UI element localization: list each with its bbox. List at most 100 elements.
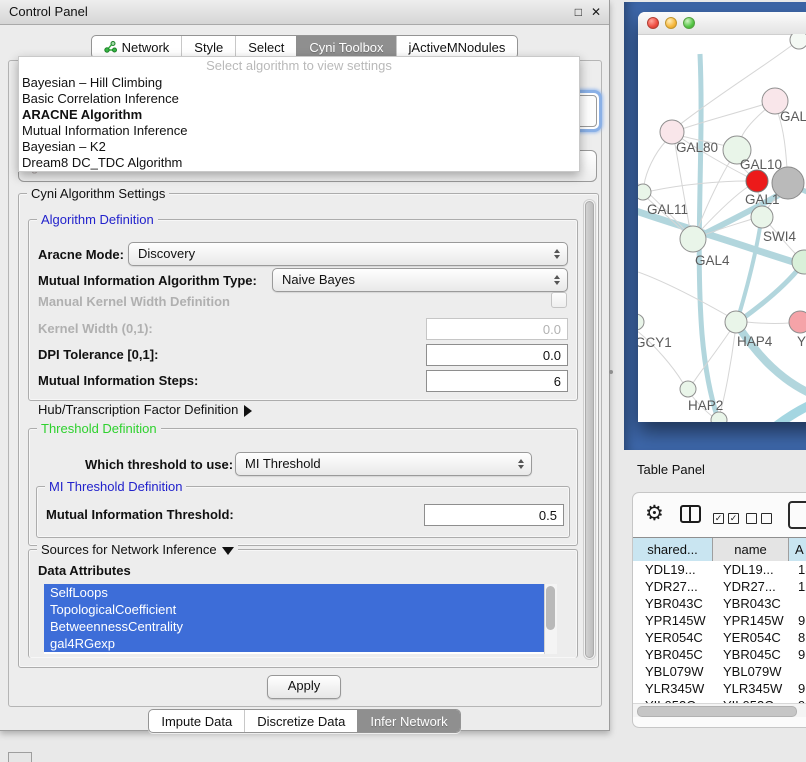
mi-threshold-field[interactable]: 0.5 xyxy=(424,504,564,526)
table-panel: ⚙ ✓ ✓ shared... name A YDL19...YDL19...1… xyxy=(632,492,806,728)
node-gal4[interactable] xyxy=(680,226,706,252)
table-row[interactable]: YBL079WYBL079W xyxy=(633,663,806,680)
node-hap4[interactable] xyxy=(725,311,747,333)
threshold-definition-title: Threshold Definition xyxy=(37,421,161,436)
label-y-clipped: Y xyxy=(797,334,806,349)
stepper-arrows-icon xyxy=(554,249,560,259)
node-partial-top[interactable] xyxy=(790,34,806,49)
aracne-mode-combobox[interactable]: Discovery xyxy=(128,242,568,266)
node-y-clipped[interactable] xyxy=(789,311,806,333)
attribute-item-selected[interactable]: SelfLoops xyxy=(44,584,544,601)
node-partial-bottom[interactable] xyxy=(711,412,727,422)
gear-icon[interactable]: ⚙ xyxy=(645,501,664,527)
cell-name: YDL19... xyxy=(713,561,789,578)
minimize-traffic-light-icon[interactable] xyxy=(665,17,677,29)
algorithm-option-selected[interactable]: ARACNE Algorithm xyxy=(19,107,579,123)
attribute-item-selected[interactable]: gal4RGexp xyxy=(44,635,544,652)
mi-steps-field[interactable]: 6 xyxy=(426,370,568,392)
algorithm-option[interactable]: Dream8 DC_TDC Algorithm xyxy=(19,155,579,171)
panel-divider-handle[interactable] xyxy=(609,370,613,374)
column-header-name[interactable]: name xyxy=(713,538,789,561)
node-gcy1[interactable] xyxy=(638,314,644,330)
cell-name: YBL079W xyxy=(713,663,789,680)
settings-scrollbar[interactable] xyxy=(583,199,596,660)
cell-shared-name: YLR345W xyxy=(633,680,713,697)
settings-scrollbar-thumb[interactable] xyxy=(585,201,594,658)
label-gal-clipped: GAL xyxy=(780,109,806,124)
manual-kernel-width-label: Manual Kernel Width Definition xyxy=(38,294,230,309)
close-traffic-light-icon[interactable] xyxy=(647,17,659,29)
node-red[interactable] xyxy=(746,170,768,192)
table-row[interactable]: YER054CYER054C8. xyxy=(633,629,806,646)
tab-style[interactable]: Style xyxy=(181,36,235,58)
expand-right-icon xyxy=(244,405,252,417)
sources-expander[interactable]: Sources for Network Inference xyxy=(37,542,238,557)
table-body: YDL19...YDL19...13 YDR27...YDR27...12 YB… xyxy=(633,561,806,703)
table-row[interactable]: YBR043CYBR043C xyxy=(633,595,806,612)
partial-panel-corner xyxy=(8,752,32,762)
tab-network[interactable]: Network xyxy=(92,36,182,58)
cell-name: YPR145W xyxy=(713,612,789,629)
table-row[interactable]: YDL19...YDL19...13 xyxy=(633,561,806,578)
algorithm-option[interactable]: Bayesian – Hill Climbing xyxy=(19,75,579,91)
algorithm-option[interactable]: Mutual Information Inference xyxy=(19,123,579,139)
dpi-tolerance-field[interactable]: 0.0 xyxy=(426,344,568,366)
select-all-checkbox-icon[interactable]: ✓ xyxy=(713,513,724,524)
float-window-icon[interactable]: □ xyxy=(575,6,582,18)
cell-shared-name: YDR27... xyxy=(633,578,713,595)
deselect-checkbox-icon[interactable] xyxy=(746,513,757,524)
cyni-algorithm-settings-title: Cyni Algorithm Settings xyxy=(27,186,169,201)
deselect-checkbox-icon[interactable] xyxy=(761,513,772,524)
tab-impute-data-label: Impute Data xyxy=(161,714,232,729)
column-header-shared-name[interactable]: shared... xyxy=(633,538,713,561)
zoom-traffic-light-icon[interactable] xyxy=(683,17,695,29)
tab-cyni-toolbox[interactable]: Cyni Toolbox xyxy=(296,36,395,58)
attributes-scrollbar[interactable] xyxy=(544,584,557,654)
cell-value xyxy=(789,663,798,680)
mi-algorithm-type-combobox[interactable]: Naive Bayes xyxy=(272,268,568,292)
tab-discretize-data[interactable]: Discretize Data xyxy=(244,710,357,732)
tab-select[interactable]: Select xyxy=(235,36,296,58)
manual-kernel-width-checkbox[interactable] xyxy=(551,292,567,308)
node-hap2[interactable] xyxy=(680,381,696,397)
algorithm-option[interactable]: Bayesian – K2 xyxy=(19,139,579,155)
table-horizontal-scrollbar-thumb[interactable] xyxy=(637,706,797,717)
tab-style-label: Style xyxy=(194,40,223,55)
sources-title: Sources for Network Inference xyxy=(41,542,217,557)
network-window[interactable]: GAL GAL80 GAL10 GAL1 GAL11 SWI4 GAL4 GCY… xyxy=(638,12,806,422)
column-header-partial[interactable]: A xyxy=(789,538,806,561)
hub-definition-expander[interactable]: Hub/Transcription Factor Definition xyxy=(38,402,252,417)
attributes-scrollbar-thumb[interactable] xyxy=(546,586,555,630)
dpi-tolerance-label: DPI Tolerance [0,1]: xyxy=(38,344,158,366)
table-row[interactable]: YLR345WYLR345W9. xyxy=(633,680,806,697)
which-threshold-combobox[interactable]: MI Threshold xyxy=(235,452,532,476)
column-selector-icon[interactable] xyxy=(680,505,701,523)
data-attributes-list[interactable]: SelfLoops TopologicalCoefficient Between… xyxy=(44,584,557,654)
tab-impute-data[interactable]: Impute Data xyxy=(149,710,244,732)
network-graph[interactable]: GAL GAL80 GAL10 GAL1 GAL11 SWI4 GAL4 GCY… xyxy=(638,34,806,422)
node-gal11[interactable] xyxy=(638,184,651,200)
table-row[interactable]: YPR145WYPR145W9. xyxy=(633,612,806,629)
node-gal1[interactable] xyxy=(751,206,773,228)
table-horizontal-scrollbar[interactable] xyxy=(633,703,806,717)
control-panel-titlebar[interactable]: Control Panel □ ✕ xyxy=(0,0,609,25)
table-row[interactable]: YDR27...YDR27...12 xyxy=(633,578,806,595)
select-all-checkbox-icon[interactable]: ✓ xyxy=(728,513,739,524)
attribute-item-selected[interactable]: TopologicalCoefficient xyxy=(44,601,544,618)
network-window-titlebar[interactable] xyxy=(638,12,806,35)
tab-jactivemnodules[interactable]: jActiveMNodules xyxy=(396,36,518,58)
apply-button[interactable]: Apply xyxy=(267,675,341,699)
screenshot-root: Control Panel □ ✕ Network Style Select C… xyxy=(0,0,806,762)
algorithm-option[interactable]: Basic Correlation Inference xyxy=(19,91,579,107)
attribute-item-selected[interactable]: BetweennessCentrality xyxy=(44,618,544,635)
cell-shared-name: YBR043C xyxy=(633,595,713,612)
close-icon[interactable]: ✕ xyxy=(591,6,601,18)
kernel-width-field[interactable]: 0.0 xyxy=(426,318,568,340)
table-row[interactable]: YBR045CYBR045C9. xyxy=(633,646,806,663)
table-mode-button-partial[interactable] xyxy=(788,501,806,529)
label-gal80: GAL80 xyxy=(676,140,718,155)
algorithm-dropdown-placeholder: Select algorithm to view settings xyxy=(19,57,579,75)
tab-infer-network[interactable]: Infer Network xyxy=(357,710,459,732)
which-threshold-label: Which threshold to use: xyxy=(85,453,233,477)
cyni-mode-tab-bar: Impute Data Discretize Data Infer Networ… xyxy=(0,709,609,733)
